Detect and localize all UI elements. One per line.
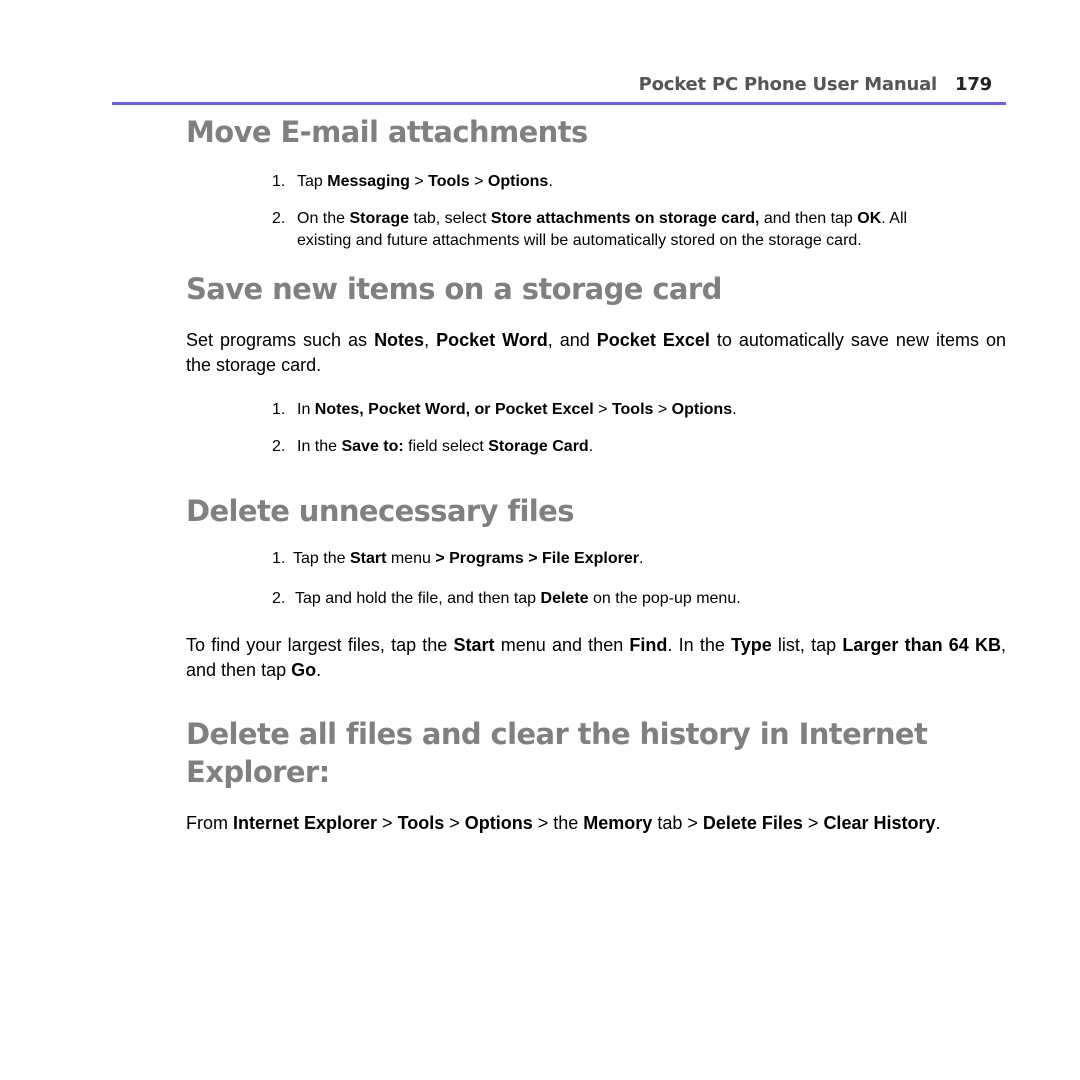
menu-path-tools: Tools <box>428 173 470 190</box>
page-header: Pocket PC Phone User Manual 179 <box>112 74 1006 102</box>
page-number: 179 <box>955 74 992 95</box>
menu-path-messaging: Messaging <box>327 173 410 190</box>
section-heading-save-new-items: Save new items on a storage card <box>186 272 722 306</box>
list-item: 1. In Notes, Pocket Word, or Pocket Excel… <box>272 401 737 418</box>
manual-title: Pocket PC Phone User Manual <box>638 74 938 95</box>
section-intro-paragraph: From Internet Explorer > Tools > Options… <box>186 813 941 833</box>
section-intro-paragraph: Set programs such as Notes, Pocket Word,… <box>186 330 1006 375</box>
list-item: 2. Tap and hold the file, and then tap De… <box>272 590 741 607</box>
section-heading-delete-ie-history: Delete all files and clear the history i… <box>186 717 928 789</box>
menu-path-options: Options <box>487 173 549 190</box>
section-outro-paragraph: To find your largest files, tap the Star… <box>186 635 1006 680</box>
list-item: 2. In the Save to: field select Storage C… <box>272 438 594 455</box>
list-item: 1. Tap Messaging > Tools > Options. <box>272 173 553 190</box>
header-rule <box>112 102 1006 105</box>
section-heading-move-email-attachments: Move E-mail attachments <box>186 115 588 149</box>
list-item-continuation: existing and future attachments will be … <box>297 232 862 249</box>
list-item: 2. On the Storage tab, select Store attac… <box>272 208 1006 252</box>
list-item: 1. Tap the Start menu > Programs > File E… <box>272 550 644 567</box>
section-heading-delete-unnecessary-files: Delete unnecessary files <box>186 494 574 528</box>
running-header: Pocket PC Phone User Manual 179 <box>638 74 993 95</box>
